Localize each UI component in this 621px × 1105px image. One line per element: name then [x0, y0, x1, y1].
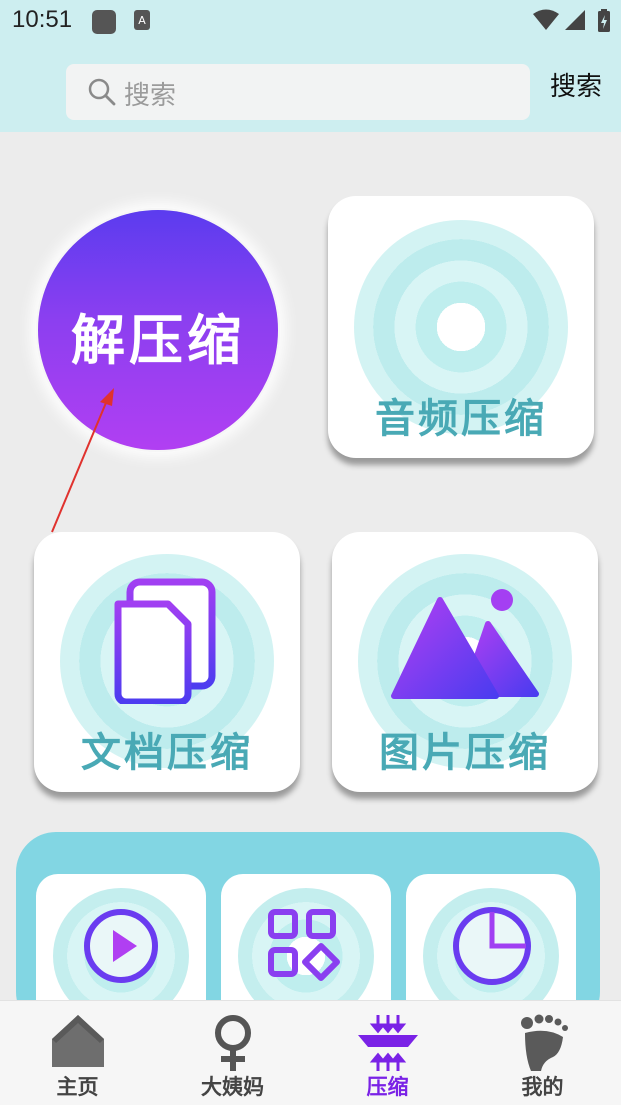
annotation-arrow: [51, 388, 114, 533]
nav-label-compress: 压缩: [366, 1075, 409, 1099]
mountain-image-icon: [391, 589, 539, 699]
document-icon: [114, 578, 216, 704]
nav-label-home: 主页: [56, 1075, 99, 1099]
svg-text:A: A: [138, 14, 146, 27]
bottom-nav: 主页 大姨妈 压缩 我的: [0, 1000, 621, 1105]
nav-label-mine: 我的: [521, 1075, 564, 1099]
search-input[interactable]: 搜索: [66, 64, 530, 120]
status-bar: 10:51 A: [0, 0, 621, 44]
nav-item-mine[interactable]: 我的: [465, 1001, 620, 1105]
document-compress-label: 文档压缩: [81, 730, 253, 776]
wifi-icon: [533, 9, 559, 30]
audio-compress-label: 音频压缩: [375, 396, 547, 442]
nav-item-period[interactable]: 大姨妈: [155, 1001, 310, 1105]
image-compress-card[interactable]: 图片压缩: [332, 532, 598, 792]
cell-signal-icon: [565, 10, 585, 30]
search-icon: [88, 78, 116, 106]
search-button[interactable]: 搜索: [550, 66, 602, 103]
image-compress-label: 图片压缩: [379, 730, 551, 776]
keyboard-notification-icon: A: [134, 10, 150, 30]
nav-label-period: 大姨妈: [201, 1075, 264, 1099]
home-icon: [51, 1015, 104, 1067]
play-icon: [84, 909, 158, 983]
search-header: 搜索 搜索: [0, 44, 621, 132]
search-placeholder: 搜索: [124, 81, 177, 111]
footprint-icon: [520, 1014, 568, 1071]
nav-item-home[interactable]: 主页: [0, 1001, 155, 1105]
document-compress-card[interactable]: 文档压缩: [34, 532, 300, 792]
audio-compress-card[interactable]: 音频压缩: [328, 196, 594, 458]
notification-app-icon: [92, 10, 116, 34]
female-icon: [214, 1015, 251, 1071]
decompress-label: 解压缩: [71, 309, 245, 372]
sound-wave-icon: [379, 249, 541, 365]
status-time: 10:51: [12, 6, 73, 33]
nav-item-compress[interactable]: 压缩: [310, 1001, 465, 1105]
battery-icon: [598, 9, 610, 32]
compress-icon: [357, 1015, 418, 1071]
grid-icon: [268, 909, 340, 981]
pie-chart-icon: [453, 907, 531, 985]
